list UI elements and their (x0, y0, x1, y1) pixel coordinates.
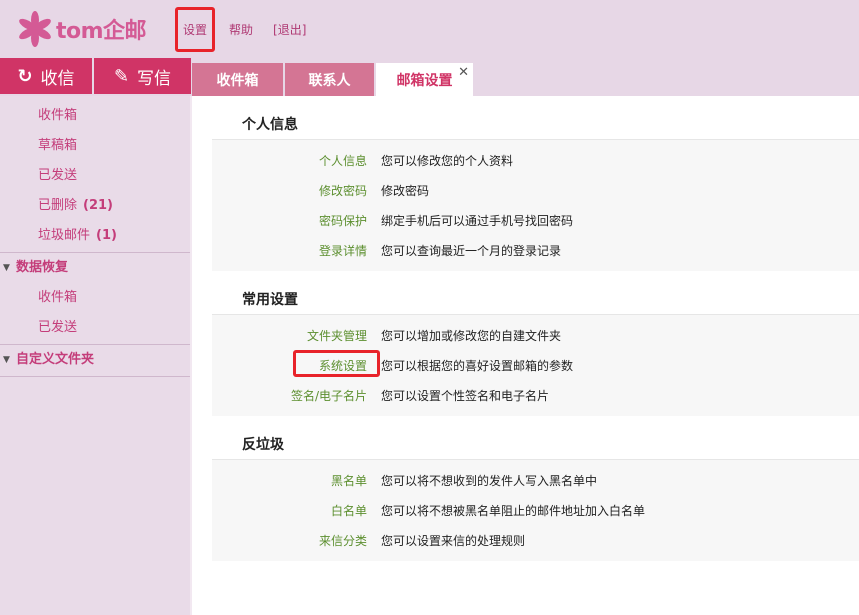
settings-row: 密码保护 绑定手机后可以通过手机号找回密码 (212, 205, 859, 235)
highlight-box (293, 349, 380, 377)
sidebar-edge (190, 96, 192, 615)
settings-row: 个人信息 您可以修改您的个人资料 (212, 145, 859, 175)
close-icon[interactable]: ✕ (458, 65, 469, 80)
row-description: 绑定手机后可以通过手机号找回密码 (381, 213, 574, 228)
sidebar-item-sent[interactable]: 已发送 (0, 161, 190, 191)
row-description: 您可以查询最近一个月的登录记录 (381, 243, 562, 258)
logo-text: tom企邮 (56, 19, 147, 44)
receive-button[interactable]: ↻ 收信 (0, 58, 92, 94)
signature-card-link[interactable]: 签名/电子名片 (212, 387, 367, 404)
tab-bar: 收件箱 联系人 邮箱设置 ✕ (192, 63, 475, 96)
row-description: 您可以将不想被黑名单阻止的邮件地址加入白名单 (381, 503, 646, 518)
whitelist-link[interactable]: 白名单 (212, 502, 367, 519)
sidebar-item-spam[interactable]: 垃圾邮件 (1) (0, 221, 190, 251)
sidebar-group-custom-folders[interactable]: ▼ 自定义文件夹 (0, 345, 190, 375)
section-title-personal-info: 个人信息 (212, 96, 859, 140)
logo-star-icon (19, 11, 51, 47)
sidebar-item-label: 收件箱 (38, 290, 78, 305)
tab-mailbox-settings-label: 邮箱设置 (396, 72, 453, 89)
blacklist-link[interactable]: 黑名单 (212, 472, 367, 489)
section-common-settings: 文件夹管理 您可以增加或修改您的自建文件夹 系统设置 您可以根据您的喜好设置邮箱… (212, 315, 859, 416)
settings-panel: 个人信息 个人信息 您可以修改您的个人资料 修改密码 修改密码 密码保护 绑定手… (212, 96, 859, 561)
section-title-common-settings: 常用设置 (212, 271, 859, 315)
system-settings-link[interactable]: 系统设置 (212, 349, 380, 377)
settings-row: 文件夹管理 您可以增加或修改您的自建文件夹 (212, 320, 859, 350)
header: tom企邮 设置 帮助 [退出] (0, 0, 859, 58)
password-protection-link[interactable]: 密码保护 (212, 212, 367, 229)
settings-link[interactable]: 设置 (175, 6, 216, 52)
logout-link[interactable]: [退出] (273, 21, 306, 38)
login-details-link[interactable]: 登录详情 (212, 242, 367, 259)
action-bar: ↻ 收信 ✎ 写信 收件箱 联系人 邮箱设置 ✕ (0, 58, 859, 96)
refresh-icon: ↻ (17, 65, 33, 87)
row-description: 修改密码 (381, 183, 430, 198)
settings-row: 系统设置 您可以根据您的喜好设置邮箱的参数 (212, 349, 859, 380)
section-personal-info: 个人信息 您可以修改您的个人资料 修改密码 修改密码 密码保护 绑定手机后可以通… (212, 140, 859, 271)
folder-management-link[interactable]: 文件夹管理 (212, 327, 367, 344)
change-password-link[interactable]: 修改密码 (212, 182, 367, 199)
row-description: 您可以增加或修改您的自建文件夹 (381, 328, 562, 343)
sidebar-item-label: 垃圾邮件 (38, 228, 91, 243)
divider (0, 376, 190, 377)
sidebar-group-label: 数据恢复 (16, 260, 69, 275)
settings-row: 签名/电子名片 您可以设置个性签名和电子名片 (212, 380, 859, 410)
sidebar-item-recovery-inbox[interactable]: 收件箱 (0, 283, 190, 313)
settings-row: 来信分类 您可以设置来信的处理规则 (212, 525, 859, 555)
settings-row: 修改密码 修改密码 (212, 175, 859, 205)
triangle-down-icon: ▼ (3, 355, 10, 365)
sidebar-item-label: 已发送 (38, 320, 78, 335)
sidebar-item-inbox[interactable]: 收件箱 (0, 101, 190, 131)
row-description: 您可以设置来信的处理规则 (381, 533, 526, 548)
tab-mailbox-settings[interactable]: 邮箱设置 ✕ (376, 63, 473, 96)
tab-inbox[interactable]: 收件箱 (192, 63, 283, 96)
row-description: 您可以修改您的个人资料 (381, 153, 514, 168)
unread-count: (21) (83, 198, 113, 213)
row-description: 您可以将不想收到的发件人写入黑名单中 (381, 473, 598, 488)
sidebar: 收件箱 草稿箱 已发送 已删除 (21) 垃圾邮件 (1) ▼ 数据恢复 收件箱 已… (0, 96, 190, 615)
sidebar-group-data-recovery[interactable]: ▼ 数据恢复 (0, 253, 190, 283)
sidebar-item-drafts[interactable]: 草稿箱 (0, 131, 190, 161)
section-anti-spam: 黑名单 您可以将不想收到的发件人写入黑名单中 白名单 您可以将不想被黑名单阻止的… (212, 460, 859, 561)
personal-info-link[interactable]: 个人信息 (212, 152, 367, 169)
sidebar-item-recovery-sent[interactable]: 已发送 (0, 313, 190, 343)
sidebar-item-label: 已发送 (38, 168, 78, 183)
settings-row: 白名单 您可以将不想被黑名单阻止的邮件地址加入白名单 (212, 495, 859, 525)
receive-label: 收信 (40, 68, 75, 89)
mail-filter-link[interactable]: 来信分类 (212, 532, 367, 549)
sidebar-item-label: 已删除 (38, 198, 78, 213)
compose-icon: ✎ (113, 65, 130, 87)
sidebar-item-label: 收件箱 (38, 108, 78, 123)
help-link[interactable]: 帮助 (229, 21, 253, 38)
tab-contacts[interactable]: 联系人 (285, 63, 374, 96)
logo[interactable]: tom企邮 (18, 10, 147, 48)
write-button[interactable]: ✎ 写信 (94, 58, 191, 94)
row-description: 您可以设置个性签名和电子名片 (381, 388, 550, 403)
sidebar-item-deleted[interactable]: 已删除 (21) (0, 191, 190, 221)
triangle-down-icon: ▼ (3, 263, 10, 273)
sidebar-item-label: 草稿箱 (38, 138, 78, 153)
unread-count: (1) (96, 228, 117, 243)
settings-row: 黑名单 您可以将不想收到的发件人写入黑名单中 (212, 465, 859, 495)
settings-row: 登录详情 您可以查询最近一个月的登录记录 (212, 235, 859, 265)
top-links: 设置 帮助 [退出] (175, 0, 326, 58)
write-label: 写信 (137, 68, 172, 89)
section-title-anti-spam: 反垃圾 (212, 416, 859, 460)
sidebar-group-label: 自定义文件夹 (16, 352, 95, 367)
row-description: 您可以根据您的喜好设置邮箱的参数 (381, 358, 574, 373)
